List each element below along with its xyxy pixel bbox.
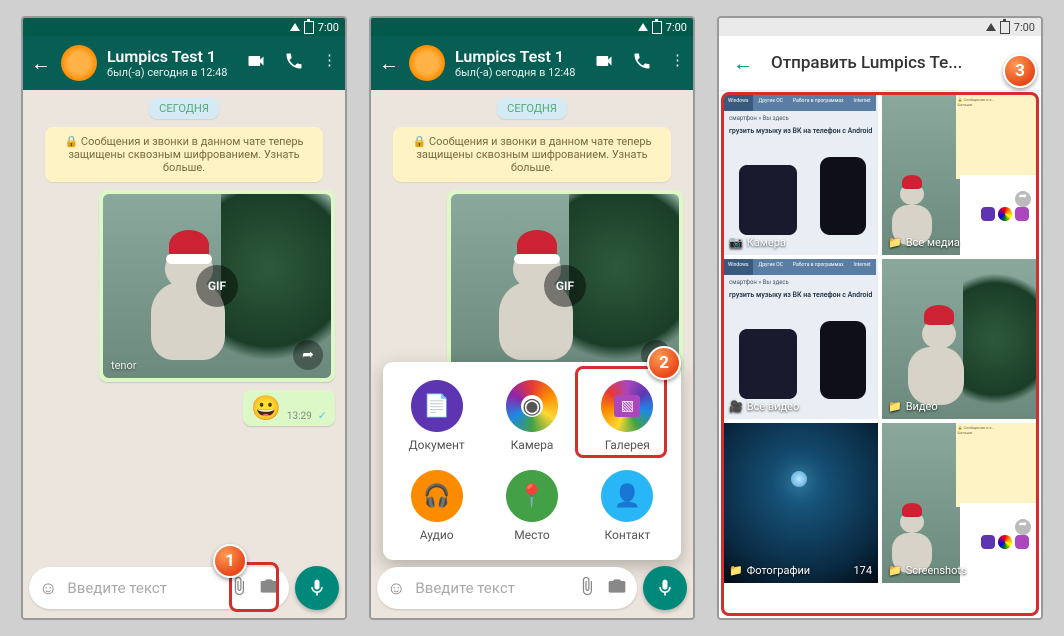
videocall-icon[interactable]	[246, 51, 266, 75]
screen-attach-sheet: 7:00 ← Lumpics Test 1 был(-а) сегодня в …	[369, 16, 695, 620]
text-input[interactable]: ☺ Введите текст	[377, 567, 637, 609]
encryption-notice[interactable]: 🔒 Сообщения и звонки в данном чате тепер…	[45, 127, 323, 182]
callout-gallery	[575, 366, 667, 458]
gif-badge[interactable]: GIF	[196, 265, 238, 307]
attach-document[interactable]: 📄 Документ	[389, 380, 484, 452]
gif-message[interactable]: GIF ➦ tenor	[99, 190, 335, 382]
status-bar: 7:00	[23, 18, 345, 36]
screen-gallery: 7:00 ← Отправить Lumpics Te... WindowsДр…	[717, 16, 1043, 620]
contact-status: был(-а) сегодня в 12:48	[107, 66, 236, 79]
gallery-title: Отправить Lumpics Te...	[771, 53, 962, 73]
callout-grid	[721, 92, 1039, 616]
call-icon[interactable]	[632, 51, 652, 75]
call-icon[interactable]	[284, 51, 304, 75]
signal-icon	[638, 23, 648, 31]
chat-header: ← Lumpics Test 1 был(-а) сегодня в 12:48…	[371, 36, 693, 90]
mic-button[interactable]	[295, 566, 339, 610]
signal-icon	[290, 23, 300, 31]
tenor-label: tenor	[111, 359, 137, 372]
contact-info[interactable]: Lumpics Test 1 был(-а) сегодня в 12:48	[107, 47, 236, 79]
step-marker-2: 2	[647, 346, 681, 380]
signal-icon	[986, 23, 996, 31]
back-arrow-icon[interactable]: ←	[31, 51, 51, 76]
attach-audio[interactable]: 🎧 Аудио	[389, 470, 484, 542]
status-time: 7:00	[1014, 21, 1035, 34]
attach-contact[interactable]: 👤 Контакт	[580, 470, 675, 542]
status-time: 7:00	[666, 21, 687, 34]
camera-icon[interactable]	[607, 576, 627, 601]
back-arrow-icon[interactable]: ←	[379, 51, 399, 76]
attach-icon[interactable]	[577, 576, 597, 601]
more-icon[interactable]: ⋮	[670, 51, 685, 75]
status-bar: 7:00	[719, 18, 1041, 36]
screen-chat: 7:00 ← Lumpics Test 1 был(-а) сегодня в …	[21, 16, 347, 620]
back-arrow-icon[interactable]: ←	[733, 51, 753, 76]
step-marker-3: 3	[1003, 54, 1037, 88]
emoji-content: 😀	[251, 394, 281, 422]
read-tick-icon: ✓	[318, 409, 327, 422]
contact-name: Lumpics Test 1	[107, 47, 236, 66]
battery-icon	[652, 21, 662, 34]
videocall-icon[interactable]	[594, 51, 614, 75]
emoji-picker-icon[interactable]: ☺	[39, 578, 57, 599]
battery-icon	[304, 21, 314, 34]
status-bar: 7:00	[371, 18, 693, 36]
gif-message[interactable]: GIF ➦	[447, 190, 683, 382]
input-placeholder: Введите текст	[67, 579, 219, 597]
avatar[interactable]	[61, 45, 97, 81]
avatar[interactable]	[409, 45, 445, 81]
input-bar: ☺ Введите текст	[29, 566, 339, 610]
emoji-picker-icon[interactable]: ☺	[387, 578, 405, 599]
mic-button[interactable]	[643, 566, 687, 610]
more-icon[interactable]: ⋮	[322, 51, 337, 75]
battery-icon	[1000, 21, 1010, 34]
emoji-message[interactable]: 😀 13:29 ✓	[243, 390, 335, 426]
forward-icon[interactable]: ➦	[293, 340, 323, 370]
step-marker-1: 1	[213, 544, 247, 578]
gallery-header: ← Отправить Lumpics Te...	[719, 36, 1041, 91]
message-time: 13:29	[287, 411, 312, 422]
attach-location[interactable]: 📍 Место	[484, 470, 579, 542]
chat-header: ← Lumpics Test 1 был(-а) сегодня в 12:48…	[23, 36, 345, 90]
attach-camera[interactable]: ◉ Камера	[484, 380, 579, 452]
status-time: 7:00	[318, 21, 339, 34]
date-badge: СЕГОДНЯ	[149, 98, 219, 119]
